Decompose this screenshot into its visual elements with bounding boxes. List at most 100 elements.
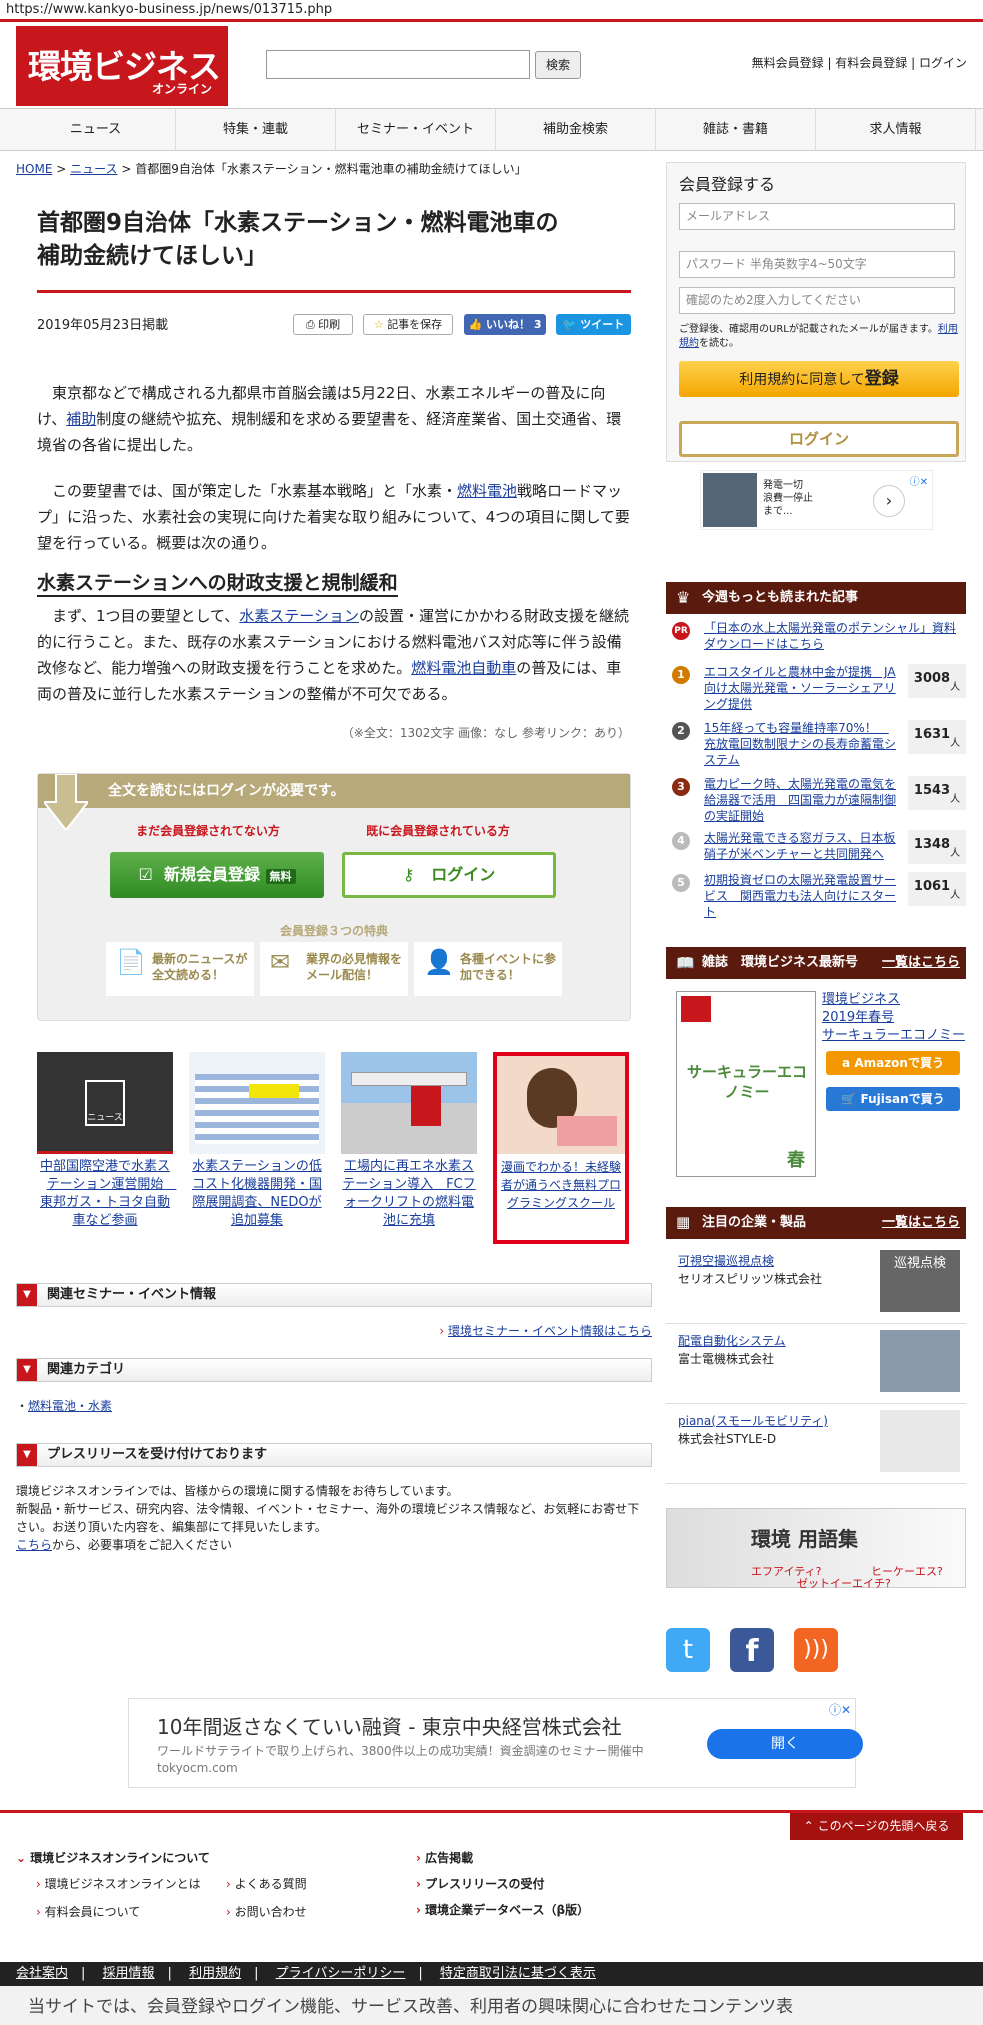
chevron-right-icon[interactable]: › <box>873 485 905 517</box>
privacy-link[interactable]: プライバシーポリシー <box>276 1966 406 1981</box>
ranking-item[interactable]: 4 太陽光発電できる窓ガラス、日本板硝子が米ベンチャーと共同開発へ 1348人 <box>672 830 966 870</box>
login-link[interactable]: ログイン <box>919 56 967 70</box>
bottom-bar: 会社案内 | 採用情報 | 利用規約 | プライバシーポリシー | 特定商取引法… <box>0 1962 983 1986</box>
pr-link[interactable]: 「日本の水上太陽光発電のポテンシャル」資料ダウンロードはこちら <box>704 620 962 652</box>
agree-register-button[interactable]: 利用規約に同意して登録 <box>679 361 959 397</box>
magazine-link-3[interactable]: サーキュラーエコノミー <box>822 1027 965 1045</box>
amazon-button[interactable]: a Amazonで買う <box>826 1051 960 1075</box>
bottom-ad[interactable]: 10年間返さなくていい融資 - 東京中央経営株式会社 ワールドサテライトで取り上… <box>128 1698 863 1788</box>
adchoices-icon[interactable]: ⓘ✕ <box>829 1701 851 1718</box>
category-item: ・燃料電池・水素 <box>16 1399 113 1413</box>
search-button[interactable]: 検索 <box>535 51 581 79</box>
fcv-link[interactable]: 燃料電池自動車 <box>411 659 516 677</box>
company-item-1[interactable]: 可視空撮巡視点検 セリオスピリッツ株式会社 巡視点検 <box>666 1244 966 1324</box>
ranking-item[interactable]: 5 初期投資ゼロの太陽光発電設置サービス 関西電力も法人向けにスタート 1061人 <box>672 872 966 919</box>
nav-subsidy[interactable]: 補助金検索 <box>496 109 656 150</box>
companies-more-link[interactable]: 一覧はこちら <box>882 1207 960 1239</box>
company-image: 巡視点検 <box>880 1250 960 1312</box>
rank-link[interactable]: エコスタイルと農林中金が提携 JA向け太陽光発電・ソーラーシェアリング提供 <box>704 664 900 712</box>
fuel-cell-link[interactable]: 燃料電池 <box>457 482 517 500</box>
terms-link[interactable]: 利用規約 <box>189 1966 241 1981</box>
commerce-law-link[interactable]: 特定商取引法に基づく表示 <box>440 1966 596 1981</box>
thumb-caption[interactable]: 水素ステーションの低コスト化機器開発・国際展開調査、NEDOが追加募集 <box>189 1158 325 1230</box>
adchoices-icon[interactable]: ⓘ✕ <box>910 473 928 488</box>
nav-jobs[interactable]: 求人情報 <box>816 109 976 150</box>
url-bar: https://www.kankyo-business.jp/news/0137… <box>0 0 983 22</box>
checkbox-icon: ☑ <box>138 865 153 884</box>
press-link[interactable]: こちら <box>16 1538 52 1552</box>
facebook-like-button[interactable]: 👍 いいね！ 3 <box>464 314 546 335</box>
nav-magazine[interactable]: 雑誌・書籍 <box>656 109 816 150</box>
thumb-caption[interactable]: 漫画でわかる！未経験者が通うべき無料プログラミングスクール <box>497 1158 625 1212</box>
chevron-down-icon: ▼ <box>17 1284 37 1306</box>
nav-features[interactable]: 特集・連載 <box>176 109 336 150</box>
ad-open-button[interactable]: 開く <box>707 1729 863 1759</box>
company-item-3[interactable]: piana(スモールモビリティ) 株式会社STYLE-D <box>666 1404 966 1484</box>
gate-login-button[interactable]: ⚷ ログイン <box>342 852 556 898</box>
footer-link-contact[interactable]: › お問い合わせ <box>226 1903 307 1920</box>
magazine-link-1[interactable]: 環境ビジネス <box>822 991 965 1009</box>
recruit-link[interactable]: 採用情報 <box>103 1966 155 1981</box>
paid-register-link[interactable]: 有料会員登録 <box>835 56 907 70</box>
ranking-item[interactable]: 3 電力ピーク時、太陽光発電の電気を給湯器で活用 四国電力が遠隔制御の実証開始 15… <box>672 776 966 823</box>
thumb-caption[interactable]: 工場内に再エネ水素ステーション導入 FCフォークリフトの燃料電池に充填 <box>341 1158 477 1230</box>
nav-seminar[interactable]: セミナー・イベント <box>336 109 496 150</box>
thumb-caption[interactable]: 中部国際空港で水素ステーション運営開始 東邦ガス・トヨタ自動車など参画 <box>37 1158 176 1230</box>
ranking-item[interactable]: 2 15年経っても容量維持率70%！ 充放電回数制限ナシの長寿命蓄電システム 163… <box>672 720 966 767</box>
rss-icon[interactable]: ))) <box>794 1628 838 1672</box>
ad-thumb[interactable]: 漫画でわかる！未経験者が通うべき無料プログラミングスクール <box>493 1052 629 1244</box>
footer-link-about[interactable]: › 環境ビジネスオンラインとは <box>36 1875 201 1892</box>
save-article-button[interactable]: ☆ 記事を保存 <box>363 314 453 335</box>
pr-item[interactable]: PR 「日本の水上太陽光発電のポテンシャル」資料ダウンロードはこちら <box>672 620 966 656</box>
password-field[interactable]: パスワード 半角英数字4~50文字 <box>679 251 955 278</box>
email-field[interactable]: メールアドレス <box>679 203 955 230</box>
rank-link[interactable]: 15年経っても容量維持率70%！ 充放電回数制限ナシの長寿命蓄電システム <box>704 720 900 768</box>
footer-link-db[interactable]: › 環境企業データベース（β版） <box>416 1901 589 1918</box>
rank-link[interactable]: 電力ピーク時、太陽光発電の電気を給湯器で活用 四国電力が遠隔制御の実証開始 <box>704 776 900 824</box>
footer-link-press[interactable]: › プレスリリースの受付 <box>416 1875 545 1892</box>
footer-link-ads[interactable]: › 広告掲載 <box>416 1849 473 1866</box>
search-input[interactable] <box>266 50 530 79</box>
company-info-link[interactable]: 会社案内 <box>16 1966 68 1981</box>
company-item-2[interactable]: 配電自動化システム 富士電機株式会社 <box>666 1324 966 1404</box>
twitter-icon[interactable]: t <box>666 1628 710 1672</box>
breadcrumb-news[interactable]: ニュース <box>70 162 117 176</box>
chevron-down-icon: ▼ <box>17 1359 37 1381</box>
seminar-link[interactable]: 環境セミナー・イベント情報はこちら <box>448 1324 652 1338</box>
nav-news[interactable]: ニュース <box>16 109 176 150</box>
article-paragraph-1: 東京都などで構成される九都県市首脳会議は5月22日、水素エネルギーの普及に向け、… <box>37 384 622 454</box>
free-register-link[interactable]: 無料会員登録 <box>752 56 824 70</box>
thumb-2[interactable]: 水素ステーションの低コスト化機器開発・国際展開調査、NEDOが追加募集 <box>189 1052 325 1230</box>
sidebar-login-button[interactable]: ログイン <box>679 421 959 457</box>
hydrogen-station-link[interactable]: 水素ステーション <box>239 607 359 625</box>
site-logo[interactable]: 環境ビジネス オンライン <box>16 26 228 106</box>
category-link[interactable]: 燃料電池・水素 <box>28 1399 112 1413</box>
register-title: 会員登録する <box>679 175 776 194</box>
thumb-3[interactable]: 工場内に再エネ水素ステーション導入 FCフォークリフトの燃料電池に充填 <box>341 1052 477 1230</box>
rank-link[interactable]: 初期投資ゼロの太陽光発電設置サービス 関西電力も法人向けにスタート <box>704 872 900 920</box>
page-top-button[interactable]: ⌃ このページの先頭へ戻る <box>790 1813 963 1840</box>
thumb-1[interactable]: ニュース 中部国際空港で水素ステーション運営開始 東邦ガス・トヨタ自動車など参画 <box>37 1052 176 1230</box>
sidebar-ad[interactable]: 発電一切 浪費一停止 まで... › ⓘ✕ <box>700 470 933 530</box>
perk-event: 👤 各種イベントに参加できる！ <box>414 942 562 996</box>
password-confirm-field[interactable]: 確認のため2度入力してください <box>679 287 955 314</box>
footer-link-faq[interactable]: › よくある質問 <box>226 1875 307 1892</box>
subsidy-link[interactable]: 補助 <box>66 410 96 428</box>
thumb-image <box>189 1052 325 1154</box>
print-button[interactable]: ⎙ 印刷 <box>293 314 353 335</box>
rank-link[interactable]: 太陽光発電できる窓ガラス、日本板硝子が米ベンチャーと共同開発へ <box>704 830 900 862</box>
breadcrumb-home[interactable]: HOME <box>16 162 52 176</box>
new-register-button[interactable]: ☑ 新規会員登録 無料 <box>110 852 324 898</box>
ranking-item[interactable]: 1 エコスタイルと農林中金が提携 JA向け太陽光発電・ソーラーシェアリング提供 30… <box>672 664 966 711</box>
fujisan-button[interactable]: 🛒 Fujisanで買う <box>826 1087 960 1111</box>
magazine-link-2[interactable]: 2019年春号 <box>822 1009 965 1027</box>
section-heading: 水素ステーションへの財政支援と規制緩和 <box>37 568 398 597</box>
article-paragraph-3: まず、1つ目の要望として、水素ステーションの設置・運営にかかわる財政支援を継続的… <box>37 607 630 703</box>
footer-link-paid[interactable]: › 有料会員について <box>36 1903 140 1920</box>
glossary-banner[interactable]: 環境 用語集 エフアイティ? ヒーケーエス? ゼットイーエイチ? <box>666 1508 966 1590</box>
magazine-cover[interactable]: サーキュラーエコノミー 春 <box>676 991 816 1177</box>
magazine-more-link[interactable]: 一覧はこちら <box>882 947 960 979</box>
tweet-button[interactable]: 🐦 ツイート <box>556 314 631 335</box>
facebook-icon[interactable]: f <box>730 1628 774 1672</box>
title-line-2: 補助金続けてほしい」 <box>37 243 267 269</box>
